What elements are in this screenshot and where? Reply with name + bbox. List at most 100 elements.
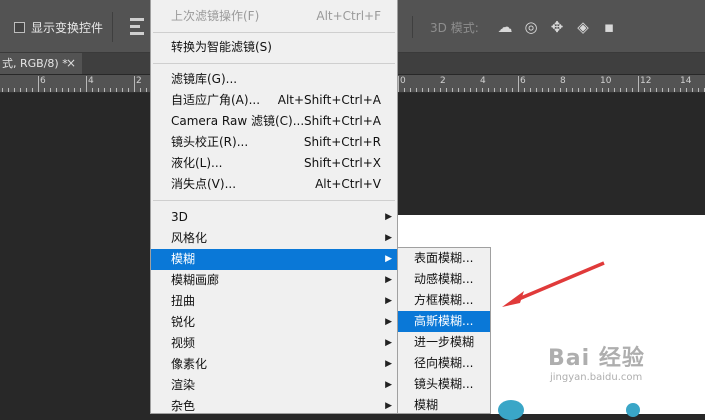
menu-item-label: 模糊 bbox=[171, 252, 196, 266]
menu-item-video[interactable]: 视频 ▶ bbox=[151, 333, 397, 354]
menu-item-vanishing-point[interactable]: 消失点(V)... Alt+Ctrl+V bbox=[151, 174, 397, 195]
ruler-tick bbox=[464, 88, 465, 92]
menu-item-liquify[interactable]: 液化(L)... Shift+Ctrl+X bbox=[151, 153, 397, 174]
menu-item-shortcut: Alt+Ctrl+V bbox=[315, 177, 381, 191]
document-tab-bar-right bbox=[398, 53, 705, 74]
ruler-tick bbox=[416, 88, 417, 92]
ruler-tick bbox=[74, 88, 75, 92]
ruler-tick bbox=[404, 88, 405, 92]
ruler-tick bbox=[8, 88, 9, 92]
ruler-label: 6 bbox=[520, 76, 526, 86]
ruler-tick bbox=[584, 88, 585, 92]
submenu-item-motion-blur[interactable]: 动感模糊... bbox=[398, 269, 490, 290]
ruler-tick bbox=[608, 88, 609, 92]
ruler-label: 0 bbox=[400, 76, 406, 86]
ruler-tick bbox=[560, 88, 561, 92]
ruler-tick bbox=[674, 88, 675, 92]
ruler-tick bbox=[602, 88, 603, 92]
menu-item-label: 自适应广角(A)... bbox=[171, 93, 261, 107]
submenu-item-blur-more[interactable]: 进一步模糊 bbox=[398, 332, 490, 353]
menu-item-label: 消失点(V)... bbox=[171, 177, 237, 191]
image-shape bbox=[498, 400, 524, 420]
3d-orbit-icon[interactable]: ☁ bbox=[496, 18, 514, 36]
menu-item-label: Camera Raw 滤镜(C)... bbox=[171, 114, 305, 128]
ruler-tick bbox=[410, 88, 411, 92]
ruler-tick bbox=[668, 88, 669, 92]
menu-item-pixelate[interactable]: 像素化 ▶ bbox=[151, 354, 397, 375]
ruler-tick bbox=[542, 88, 543, 92]
close-icon[interactable]: × bbox=[66, 53, 76, 74]
ruler-tick bbox=[38, 76, 39, 92]
ruler-tick bbox=[470, 88, 471, 92]
submenu-item-radial-blur[interactable]: 径向模糊... bbox=[398, 353, 490, 374]
menu-item-shortcut: Shift+Ctrl+R bbox=[303, 135, 381, 149]
ruler-tick bbox=[488, 88, 489, 92]
menu-item-render[interactable]: 渲染 ▶ bbox=[151, 375, 397, 396]
ruler-tick bbox=[128, 88, 129, 92]
menu-item-filter-gallery[interactable]: 滤镜库(G)... bbox=[151, 69, 397, 90]
ruler-tick bbox=[440, 88, 441, 92]
ruler-tick bbox=[566, 88, 567, 92]
toolbar-divider bbox=[412, 16, 413, 38]
submenu-arrow-icon: ▶ bbox=[385, 254, 392, 264]
ruler-tick bbox=[680, 88, 681, 92]
3d-slide-icon[interactable]: ◈ bbox=[574, 18, 592, 36]
horizontal-ruler: 0 2 4 6 8 10 12 14 bbox=[398, 75, 705, 93]
submenu-item-box-blur[interactable]: 方框模糊... bbox=[398, 290, 490, 311]
menu-item-convert-smart-filter[interactable]: 转换为智能滤镜(S) bbox=[151, 37, 397, 58]
menu-item-sharpen[interactable]: 锐化 ▶ bbox=[151, 312, 397, 333]
submenu-item-gaussian-blur[interactable]: 高斯模糊... bbox=[398, 311, 490, 332]
menu-item-blur[interactable]: 模糊 ▶ bbox=[151, 249, 397, 270]
toolbar-divider bbox=[112, 12, 113, 42]
3d-pan-icon[interactable]: ✥ bbox=[548, 18, 566, 36]
ruler-tick bbox=[68, 88, 69, 92]
ruler-tick bbox=[110, 88, 111, 92]
ruler-tick bbox=[116, 88, 117, 92]
document-tab[interactable]: 式, RGB/8) * × bbox=[0, 53, 82, 74]
menu-item-camera-raw[interactable]: Camera Raw 滤镜(C)... Shift+Ctrl+A bbox=[151, 111, 397, 132]
show-transform-controls-checkbox[interactable]: 显示变换控件 bbox=[14, 19, 103, 35]
checkbox-box[interactable] bbox=[14, 21, 25, 33]
menu-item-adaptive-wide-angle[interactable]: 自适应广角(A)... Alt+Shift+Ctrl+A bbox=[151, 90, 397, 111]
ruler-tick bbox=[26, 88, 27, 92]
ruler-tick bbox=[428, 88, 429, 92]
ruler-tick bbox=[434, 88, 435, 92]
ruler-tick bbox=[20, 88, 21, 92]
ruler-tick bbox=[50, 88, 51, 92]
ruler-tick bbox=[56, 88, 57, 92]
menu-item-label: 像素化 bbox=[171, 357, 208, 371]
submenu-arrow-icon: ▶ bbox=[385, 359, 392, 369]
menu-item-distort[interactable]: 扭曲 ▶ bbox=[151, 291, 397, 312]
3d-roll-icon[interactable]: ◎ bbox=[522, 18, 540, 36]
submenu-item-lens-blur[interactable]: 镜头模糊... bbox=[398, 374, 490, 395]
submenu-item-blur[interactable]: 模糊 bbox=[398, 395, 490, 416]
ruler-tick bbox=[398, 76, 399, 92]
ruler-tick bbox=[554, 88, 555, 92]
ruler-tick bbox=[446, 88, 447, 92]
menu-item-3d[interactable]: 3D ▶ bbox=[151, 207, 397, 228]
ruler-tick bbox=[32, 88, 33, 92]
ruler-label: 8 bbox=[560, 76, 566, 86]
align-icon[interactable] bbox=[130, 18, 144, 36]
3d-scale-icon[interactable]: ▪ bbox=[600, 18, 618, 36]
ruler-tick bbox=[644, 88, 645, 92]
ruler-tick bbox=[590, 88, 591, 92]
menu-item-label: 扭曲 bbox=[171, 294, 196, 308]
ruler-tick bbox=[626, 88, 627, 92]
menu-item-blur-gallery[interactable]: 模糊画廊 ▶ bbox=[151, 270, 397, 291]
image-shape bbox=[626, 403, 640, 417]
ruler-tick bbox=[146, 88, 147, 92]
submenu-arrow-icon: ▶ bbox=[385, 380, 392, 390]
menu-item-last-filter[interactable]: 上次滤镜操作(F) Alt+Ctrl+F bbox=[151, 6, 397, 27]
menu-item-shortcut: Alt+Ctrl+F bbox=[316, 9, 381, 23]
menu-item-stylize[interactable]: 风格化 ▶ bbox=[151, 228, 397, 249]
menu-item-lens-correction[interactable]: 镜头校正(R)... Shift+Ctrl+R bbox=[151, 132, 397, 153]
ruler-tick bbox=[686, 88, 687, 92]
submenu-arrow-icon: ▶ bbox=[385, 275, 392, 285]
submenu-item-label: 动感模糊... bbox=[414, 272, 474, 286]
menu-separator bbox=[153, 32, 395, 33]
ruler-tick bbox=[2, 88, 3, 92]
menu-item-shortcut: Shift+Ctrl+A bbox=[304, 114, 381, 128]
ruler-label: 6 bbox=[40, 76, 46, 86]
submenu-item-surface-blur[interactable]: 表面模糊... bbox=[398, 248, 490, 269]
